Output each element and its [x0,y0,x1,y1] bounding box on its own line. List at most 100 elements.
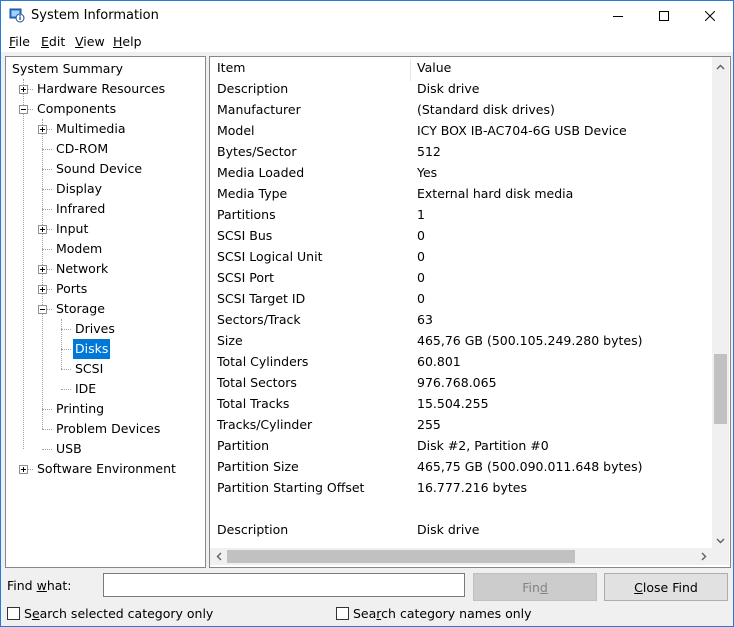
scroll-down-button[interactable] [712,531,729,548]
expand-icon[interactable] [38,265,47,274]
details-list[interactable]: Item Value Description Disk drive Manufactur… [209,56,731,568]
tree-item[interactable]: Drives [6,319,203,339]
category-tree[interactable]: System Summary Hardware Resources Componen… [5,56,206,568]
tree-item[interactable]: Infrared [6,199,203,219]
tree-item[interactable]: Software Environment [6,459,203,479]
column-header-item[interactable]: Item [217,60,245,75]
table-cell-item: SCSI Target ID [217,291,306,306]
menu-help-rest: elp [122,34,142,49]
table-cell-item: Partition Starting Offset [217,480,365,495]
tree-item[interactable]: Storage [6,299,203,319]
menu-bar: File Edit View Help [1,31,733,52]
tree-item[interactable]: Components [6,99,203,119]
collapse-icon[interactable] [38,305,47,314]
app-window: System Information File Edit View Help S… [0,0,734,627]
tree-item[interactable]: Problem Devices [6,419,203,439]
search-selected-category-label: Search selected category only [24,605,214,621]
tree-item[interactable]: Input [6,219,203,239]
tree-item-label: System Summary [12,61,123,76]
table-cell-value: 15.504.255 [417,396,489,411]
tree-item[interactable]: Display [6,179,203,199]
menu-view[interactable]: View [75,34,105,49]
search-category-names-option[interactable]: Search category names only [336,605,532,621]
expand-icon[interactable] [19,85,28,94]
tree-item[interactable]: Hardware Resources [6,79,203,99]
find-label: Find what: [7,578,72,593]
tree-connector-horizontal [42,189,52,190]
vertical-scrollbar[interactable] [712,57,729,548]
table-cell-value: 0 [417,270,425,285]
close-button[interactable] [687,1,733,31]
scroll-left-button[interactable] [210,548,227,565]
tree-connector-horizontal [61,389,71,390]
table-cell-value: 465,76 GB (500.105.249.280 bytes) [417,333,643,348]
maximize-icon [659,9,669,24]
table-cell-item: Model [217,123,255,138]
minimize-icon [613,9,623,24]
tree-item-label: Infrared [56,201,106,216]
tree-connector-horizontal [42,449,52,450]
close-find-button[interactable]: Close Find [604,573,728,601]
search-selected-category-option[interactable]: Search selected category only [7,605,213,621]
tree-item-label: Modem [56,241,103,256]
expand-icon[interactable] [38,125,47,134]
tree-item[interactable]: Multimedia [6,119,203,139]
search-selected-category-checkbox[interactable] [7,606,20,620]
expand-icon[interactable] [38,225,47,234]
minimize-button[interactable] [595,1,641,31]
menu-help[interactable]: Help [113,34,142,49]
table-cell-item: Size [217,333,243,348]
tree-item[interactable]: Sound Device [6,159,203,179]
table-cell-item: Partition [217,438,270,453]
table-cell-value: 0 [417,291,425,306]
search-category-names-checkbox[interactable] [336,606,349,620]
table-cell-item: Sectors/Track [217,312,301,327]
menu-file[interactable]: File [9,34,30,49]
tree-item-label: SCSI [75,361,104,376]
title-bar[interactable]: System Information [1,1,733,31]
find-button[interactable]: Find [473,573,597,601]
find-button-label: Find [522,579,548,595]
tree-item-label: Problem Devices [56,421,161,436]
close-icon [704,9,716,24]
tree-item[interactable]: IDE [6,379,203,399]
tree-item[interactable]: System Summary [6,59,203,79]
tree-item-label: Multimedia [56,121,126,136]
table-cell-value: Disk drive [417,81,480,96]
tree-item[interactable]: USB [6,439,203,459]
scrollbar-corner [712,548,729,565]
tree-item[interactable]: Printing [6,399,203,419]
horizontal-scrollbar[interactable] [210,548,712,565]
tree-item[interactable]: Network [6,259,203,279]
tree-item[interactable]: Disks [6,339,203,359]
expand-icon[interactable] [38,285,47,294]
scroll-right-button[interactable] [695,548,712,565]
tree-item[interactable]: CD-ROM [6,139,203,159]
chevron-up-icon [716,58,725,73]
column-header-value[interactable]: Value [417,60,451,75]
column-separator[interactable] [410,59,411,81]
tree-connector-horizontal [61,349,71,350]
table-cell-value: 0 [417,249,425,264]
tree-item-label: Input [56,221,89,236]
tree-item[interactable]: SCSI [6,359,203,379]
menu-edit-rest: dit [48,34,66,49]
expand-icon[interactable] [19,465,28,474]
menu-edit[interactable]: Edit [41,34,65,49]
tree-item[interactable]: Ports [6,279,203,299]
tree-item[interactable]: Modem [6,239,203,259]
table-cell-item: SCSI Port [217,270,275,285]
tree-item-label: Drives [75,321,115,336]
maximize-button[interactable] [641,1,687,31]
horizontal-scroll-thumb[interactable] [227,550,575,563]
scroll-up-button[interactable] [712,57,729,74]
table-cell-value: Yes [417,165,438,180]
table-cell-item: Total Sectors [217,375,297,390]
chevron-right-icon [701,549,707,564]
menu-view-rest: iew [83,34,105,49]
vertical-scroll-thumb[interactable] [714,354,727,424]
collapse-icon[interactable] [19,105,28,114]
chevron-left-icon [216,549,222,564]
table-cell-item: Manufacturer [217,102,301,117]
find-input[interactable] [103,573,465,597]
